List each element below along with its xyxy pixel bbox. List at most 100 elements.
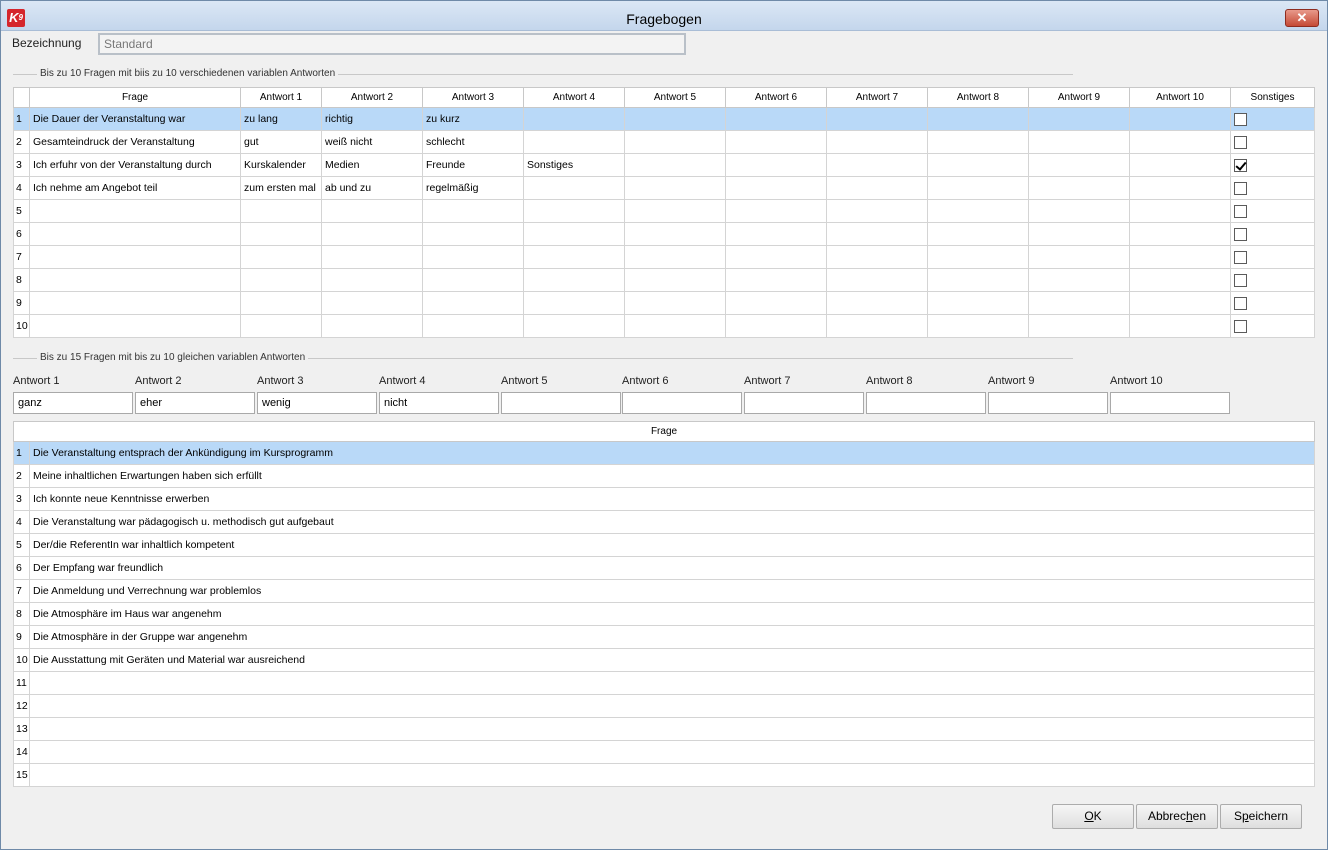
answer-cell[interactable] (1129, 199, 1231, 223)
question-cell[interactable]: Ich konnte neue Kenntnisse erwerben (29, 487, 1315, 511)
question-cell[interactable] (29, 763, 1315, 787)
answer-cell[interactable]: schlecht (422, 130, 524, 154)
sonstiges-checkbox[interactable] (1234, 158, 1247, 172)
answer-input-8[interactable] (866, 392, 986, 414)
answer-cell[interactable] (1129, 107, 1231, 131)
answer-cell[interactable]: weiß nicht (321, 130, 423, 154)
answer-cell[interactable] (624, 107, 726, 131)
question-cell[interactable]: Die Ausstattung mit Geräten und Material… (29, 648, 1315, 672)
answer-cell[interactable]: zu lang (240, 107, 322, 131)
table-row[interactable]: 3 Ich konnte neue Kenntnisse erwerben (13, 487, 1315, 511)
answer-cell[interactable] (624, 199, 726, 223)
question-cell[interactable]: Meine inhaltlichen Erwartungen haben sic… (29, 464, 1315, 488)
answer-cell[interactable] (240, 199, 322, 223)
question-cell[interactable]: Ich nehme am Angebot teil (29, 176, 241, 200)
answer-cell[interactable]: richtig (321, 107, 423, 131)
table-row[interactable]: 10 Die Ausstattung mit Geräten und Materi… (13, 648, 1315, 672)
question-cell[interactable] (29, 694, 1315, 718)
answer-cell[interactable] (624, 291, 726, 315)
answer-cell[interactable] (1028, 153, 1130, 177)
question-cell[interactable] (29, 222, 241, 246)
answer-cell[interactable] (927, 176, 1029, 200)
answer-input-7[interactable] (744, 392, 864, 414)
table-row[interactable]: 4 Die Veranstaltung war pädagogisch u. me… (13, 510, 1315, 534)
column-header[interactable]: Antwort 2 (321, 87, 423, 108)
table-row[interactable]: 15 (13, 763, 1315, 787)
answer-cell[interactable] (321, 314, 423, 338)
answer-cell[interactable] (826, 268, 928, 292)
answer-cell[interactable] (321, 245, 423, 269)
answer-cell[interactable] (725, 107, 827, 131)
answer-cell[interactable] (422, 268, 524, 292)
answer-cell[interactable] (1129, 268, 1231, 292)
answer-cell[interactable] (624, 245, 726, 269)
close-button[interactable]: ✕ (1285, 9, 1319, 27)
sonstiges-checkbox[interactable] (1234, 204, 1247, 218)
answer-cell[interactable] (725, 176, 827, 200)
sonstiges-checkbox[interactable] (1234, 319, 1247, 333)
column-header[interactable]: Antwort 6 (725, 87, 827, 108)
column-header[interactable]: Frage (29, 87, 241, 108)
answer-input-4[interactable] (379, 392, 499, 414)
table-row[interactable]: 10 (13, 314, 1315, 338)
answer-cell[interactable] (1129, 176, 1231, 200)
question-cell[interactable] (29, 291, 241, 315)
answer-cell[interactable] (321, 291, 423, 315)
answer-cell[interactable] (422, 222, 524, 246)
table-row[interactable]: 7 (13, 245, 1315, 269)
answer-cell[interactable] (725, 291, 827, 315)
answer-cell[interactable]: Sonstiges (523, 153, 625, 177)
answer-cell[interactable] (725, 245, 827, 269)
answer-cell[interactable] (1028, 245, 1130, 269)
answer-cell[interactable]: Medien (321, 153, 423, 177)
answer-cell[interactable] (321, 268, 423, 292)
column-header[interactable]: Antwort 4 (523, 87, 625, 108)
table-row[interactable]: 13 (13, 717, 1315, 741)
table-row[interactable]: 7 Die Anmeldung und Verrechnung war probl… (13, 579, 1315, 603)
table-row[interactable]: 11 (13, 671, 1315, 695)
answer-cell[interactable] (523, 199, 625, 223)
table-row[interactable]: 9 (13, 291, 1315, 315)
table-row[interactable]: 1 Die Dauer der Veranstaltung war zu lang r… (13, 107, 1315, 131)
answer-cell[interactable] (240, 268, 322, 292)
question-cell[interactable]: Der Empfang war freundlich (29, 556, 1315, 580)
question-cell[interactable] (29, 268, 241, 292)
answer-cell[interactable] (523, 107, 625, 131)
table-row[interactable]: 5 (13, 199, 1315, 223)
table-row[interactable]: 6 Der Empfang war freundlich (13, 556, 1315, 580)
abbrechen-button[interactable]: Abbrechen (1136, 804, 1218, 829)
answer-cell[interactable] (826, 245, 928, 269)
table-row[interactable]: 9 Die Atmosphäre in der Gruppe war angene… (13, 625, 1315, 649)
answer-cell[interactable] (927, 130, 1029, 154)
answer-input-9[interactable] (988, 392, 1108, 414)
column-header[interactable]: Antwort 10 (1129, 87, 1231, 108)
title-bar[interactable]: K9 Fragebogen ✕ (1, 1, 1327, 31)
question-cell[interactable]: Die Atmosphäre in der Gruppe war angeneh… (29, 625, 1315, 649)
sonstiges-checkbox[interactable] (1234, 227, 1247, 241)
answer-cell[interactable] (1028, 176, 1130, 200)
answer-cell[interactable] (422, 314, 524, 338)
answer-cell[interactable] (927, 107, 1029, 131)
answer-cell[interactable] (927, 153, 1029, 177)
sonstiges-checkbox[interactable] (1234, 135, 1247, 149)
column-header[interactable]: Antwort 3 (422, 87, 524, 108)
answer-cell[interactable] (826, 222, 928, 246)
answer-cell[interactable] (826, 291, 928, 315)
answer-cell[interactable]: regelmäßig (422, 176, 524, 200)
answer-cell[interactable] (826, 130, 928, 154)
question-cell[interactable] (29, 717, 1315, 741)
answer-cell[interactable]: zum ersten mal (240, 176, 322, 200)
answer-cell[interactable] (523, 222, 625, 246)
answer-cell[interactable] (422, 199, 524, 223)
column-header[interactable]: Sonstiges (1230, 87, 1315, 108)
answer-cell[interactable] (927, 291, 1029, 315)
answer-cell[interactable] (321, 222, 423, 246)
answer-cell[interactable] (826, 314, 928, 338)
question-cell[interactable]: Die Veranstaltung entsprach der Ankündig… (29, 441, 1315, 465)
question-cell[interactable] (29, 671, 1315, 695)
bezeichnung-input[interactable] (98, 33, 686, 55)
table-row[interactable]: 14 (13, 740, 1315, 764)
answer-cell[interactable] (725, 153, 827, 177)
answer-cell[interactable] (523, 291, 625, 315)
question-cell[interactable]: Die Veranstaltung war pädagogisch u. met… (29, 510, 1315, 534)
